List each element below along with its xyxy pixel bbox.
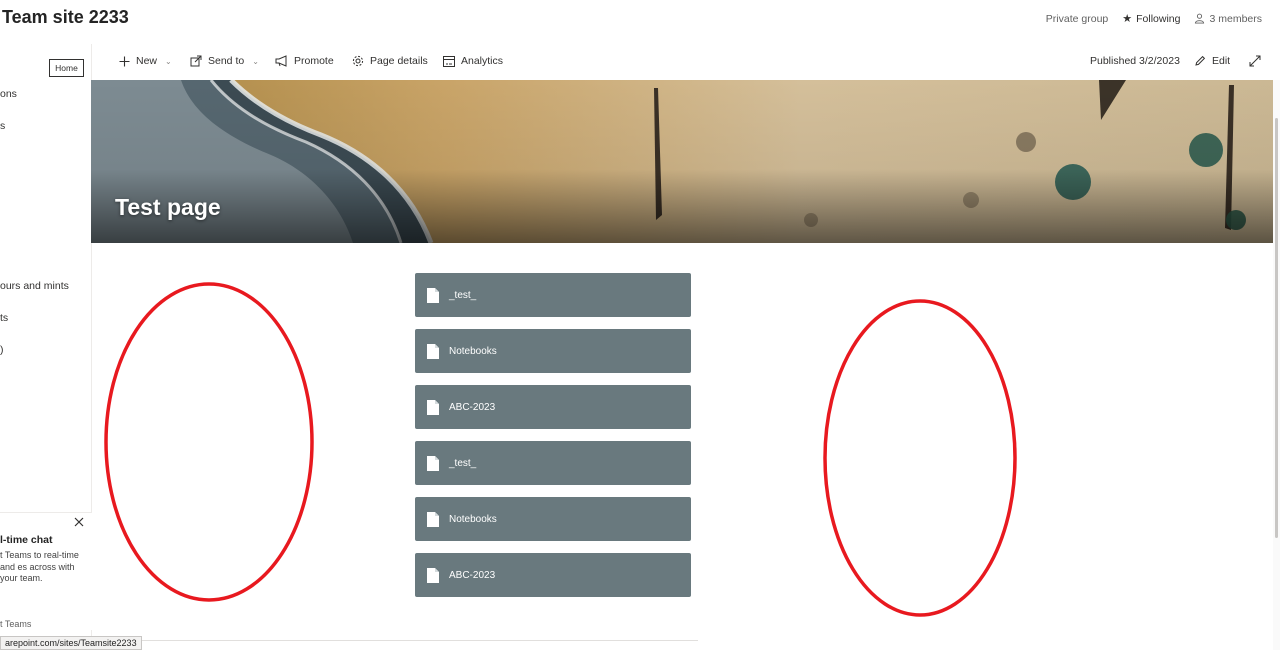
following-label: Following — [1136, 12, 1181, 25]
document-label: Notebooks — [449, 345, 497, 357]
chevron-down-icon: ⌄ — [252, 56, 259, 66]
expand-button[interactable] — [1249, 55, 1261, 67]
send-to-button[interactable]: Send to ⌄ — [190, 55, 259, 67]
pencil-icon — [1195, 55, 1206, 66]
document-tile[interactable]: Notebooks — [415, 497, 691, 541]
privacy-label: Private group — [1045, 12, 1109, 25]
document-icon — [427, 455, 439, 471]
command-bar: New ⌄ Send to ⌄ Promote Page details Ana… — [92, 44, 1280, 80]
following-button[interactable]: ★ Following — [1122, 12, 1181, 26]
page-details-button[interactable]: Page details — [352, 55, 428, 67]
gear-icon — [352, 55, 364, 67]
document-icon — [427, 511, 439, 527]
nav-item-contents[interactable]: ts — [0, 312, 8, 324]
beach-aerial-image — [91, 80, 1275, 243]
star-icon: ★ — [1122, 13, 1133, 25]
site-header: Team site 2233 Private group ★ Following… — [0, 0, 1280, 44]
home-tooltip: Home — [49, 59, 84, 77]
person-icon — [1195, 13, 1205, 24]
chevron-down-icon: ⌄ — [165, 56, 172, 66]
expand-icon — [1249, 55, 1261, 67]
annotation-ellipse-left — [104, 282, 314, 602]
document-label: ABC-2023 — [449, 401, 496, 413]
share-icon — [190, 55, 202, 67]
analytics-icon — [443, 55, 455, 67]
annotation-ellipse-right — [823, 299, 1017, 617]
document-icon — [427, 287, 439, 303]
status-bar-url: arepoint.com/sites/Teamsite2233 — [0, 636, 142, 650]
document-label: _test_ — [449, 457, 477, 469]
members-label: 3 members — [1209, 12, 1262, 25]
promote-label: Promote — [294, 55, 334, 67]
hero-banner: Test page — [91, 80, 1275, 243]
document-tile[interactable]: _test_ — [415, 441, 691, 485]
teams-promo-link[interactable]: t Teams — [0, 619, 31, 629]
document-icon — [427, 567, 439, 583]
document-tile[interactable]: _test_ — [415, 273, 691, 317]
section-divider — [92, 640, 698, 641]
members-button[interactable]: 3 members — [1194, 13, 1262, 25]
scrollbar-thumb[interactable] — [1275, 118, 1278, 538]
analytics-label: Analytics — [461, 55, 504, 67]
teams-promo-title: l-time chat — [0, 534, 53, 546]
edit-button[interactable]: Edit — [1194, 55, 1230, 67]
nav-item-conversations[interactable]: ons — [0, 88, 17, 100]
edit-label: Edit — [1212, 55, 1231, 67]
nav-item-documents[interactable]: s — [0, 120, 5, 132]
close-icon[interactable] — [72, 515, 86, 529]
plus-icon — [119, 56, 130, 66]
published-status: Published 3/2/2023 — [1090, 55, 1180, 67]
published-label: Published 3/2/2023 — [1090, 55, 1180, 67]
page-details-label: Page details — [370, 55, 428, 67]
document-tile[interactable]: Notebooks — [415, 329, 691, 373]
document-tile[interactable]: ABC-2023 — [415, 385, 691, 429]
site-title[interactable]: Team site 2233 — [2, 7, 129, 28]
header-actions: Private group ★ Following 3 members — [1045, 12, 1262, 26]
document-label: _test_ — [449, 289, 477, 301]
nav-item-recycle-bin[interactable]: ) — [0, 344, 4, 356]
document-icon — [427, 343, 439, 359]
document-icon — [427, 399, 439, 415]
document-tile[interactable]: ABC-2023 — [415, 553, 691, 597]
new-button[interactable]: New ⌄ — [119, 55, 172, 67]
document-label: Notebooks — [449, 513, 497, 525]
nav-item-hours-and-mints[interactable]: ours and mints — [0, 280, 69, 292]
send-to-label: Send to — [208, 55, 245, 67]
teams-promo-description: t Teams to real-time and es across with … — [0, 550, 79, 583]
megaphone-icon — [275, 55, 287, 67]
analytics-button[interactable]: Analytics — [443, 55, 503, 67]
document-label: ABC-2023 — [449, 569, 496, 581]
promote-button[interactable]: Promote — [275, 55, 334, 67]
page-title: Test page — [115, 194, 221, 220]
new-label: New — [136, 55, 158, 67]
